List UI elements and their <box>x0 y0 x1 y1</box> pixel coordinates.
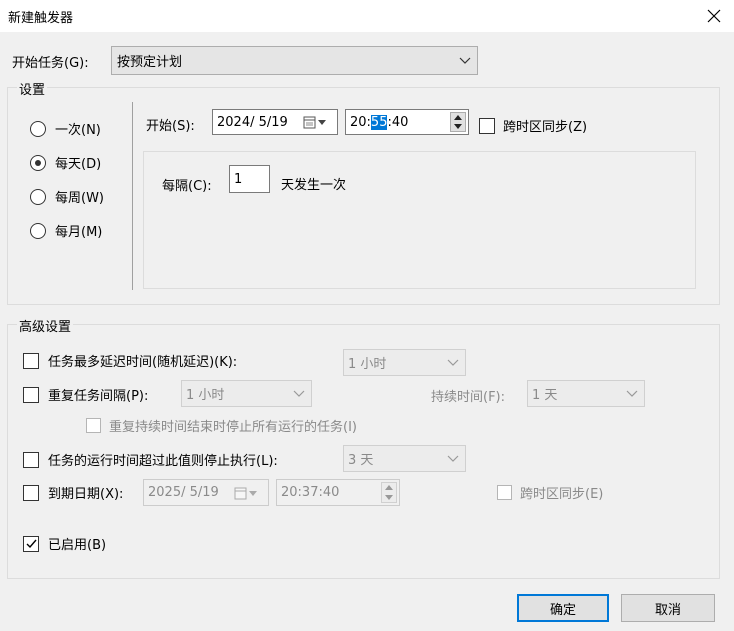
checkbox-box <box>23 386 39 403</box>
stop-if-checkbox[interactable]: 任务的运行时间超过此值则停止执行(L): <box>23 450 278 469</box>
chevron-down-icon <box>293 390 305 397</box>
delay-value: 1 小时 <box>348 357 387 372</box>
spin-down-icon[interactable] <box>382 493 396 503</box>
start-date-value: 2024/ 5/19 <box>217 114 288 130</box>
radio-circle <box>30 120 46 137</box>
expire-checkbox[interactable]: 到期日期(X): <box>23 483 123 502</box>
chevron-down-icon <box>459 57 471 64</box>
radio-circle <box>30 222 46 239</box>
checkbox-box <box>23 451 39 468</box>
separator <box>132 102 133 290</box>
radio-weekly[interactable]: 每周(W) <box>30 187 104 206</box>
checkbox-box <box>23 535 39 552</box>
spin-up-icon[interactable] <box>382 483 396 493</box>
delay-label: 任务最多延迟时间(随机延迟)(K): <box>48 355 238 370</box>
expire-label: 到期日期(X): <box>48 487 124 502</box>
sync-timezone-label: 跨时区同步(Z) <box>503 120 588 135</box>
begin-task-value: 按预定计划 <box>117 55 183 70</box>
delay-checkbox[interactable]: 任务最多延迟时间(随机延迟)(K): <box>23 351 237 370</box>
radio-weekly-label: 每周(W) <box>55 191 104 206</box>
enabled-label: 已启用(B) <box>48 538 107 553</box>
window-title: 新建触发器 <box>8 11 74 26</box>
delay-select[interactable]: 1 小时 <box>343 349 466 376</box>
title-bar <box>0 0 734 32</box>
recur-label: 每隔(C): <box>162 179 212 194</box>
start-date-picker[interactable]: 2024/ 5/19 <box>212 109 338 135</box>
sync-timezone-checkbox[interactable]: 跨时区同步(Z) <box>479 116 587 135</box>
stop-if-value: 3 天 <box>348 453 374 468</box>
stop-all-checkbox[interactable]: 重复持续时间结束时停止所有运行的任务(I) <box>86 416 357 435</box>
recur-days-input[interactable]: 1 <box>229 165 270 193</box>
repeat-value: 1 小时 <box>186 388 225 403</box>
radio-daily[interactable]: 每天(D) <box>30 153 101 172</box>
advanced-group-label: 高级设置 <box>17 316 74 335</box>
stop-all-label: 重复持续时间结束时停止所有运行的任务(I) <box>109 420 357 435</box>
checkmark-icon <box>26 539 37 548</box>
recur-days-value: 1 <box>234 171 243 187</box>
expire-sync-checkbox[interactable]: 跨时区同步(E) <box>497 483 603 502</box>
ok-button[interactable]: 确定 <box>517 594 609 622</box>
chevron-down-icon <box>447 359 459 366</box>
time-spinner[interactable] <box>381 482 397 503</box>
cancel-button[interactable]: 取消 <box>621 594 715 622</box>
calendar-dropdown-icon <box>234 487 257 500</box>
radio-circle <box>30 154 46 171</box>
checkbox-box <box>86 418 101 433</box>
stop-if-select[interactable]: 3 天 <box>343 445 466 472</box>
expire-time-field[interactable]: 20:37:40 <box>276 479 400 506</box>
calendar-dropdown-icon <box>303 116 326 129</box>
checkbox-box <box>479 117 495 134</box>
duration-value: 1 天 <box>532 388 558 403</box>
recur-panel <box>143 151 696 289</box>
stop-if-label: 任务的运行时间超过此值则停止执行(L): <box>48 454 278 469</box>
spin-up-icon[interactable] <box>451 113 465 122</box>
radio-once[interactable]: 一次(N) <box>30 119 101 138</box>
repeat-checkbox[interactable]: 重复任务间隔(P): <box>23 385 148 404</box>
checkbox-box <box>497 485 512 500</box>
expire-date-picker[interactable]: 2025/ 5/19 <box>143 479 269 506</box>
chevron-down-icon <box>626 390 638 397</box>
close-button[interactable] <box>700 2 728 30</box>
start-time-field[interactable]: 20: 55:40 <box>345 109 469 135</box>
enabled-checkbox[interactable]: 已启用(B) <box>23 534 106 553</box>
begin-task-label: 开始任务(G): <box>12 56 89 71</box>
radio-monthly[interactable]: 每月(M) <box>30 221 102 240</box>
start-time-minute-selected: 55 <box>370 114 388 130</box>
repeat-select[interactable]: 1 小时 <box>181 380 312 407</box>
start-time-second: :40 <box>387 114 409 130</box>
radio-monthly-label: 每月(M) <box>55 225 103 240</box>
expire-date-value: 2025/ 5/19 <box>148 485 219 500</box>
radio-once-label: 一次(N) <box>55 123 101 138</box>
settings-group-label: 设置 <box>17 79 48 98</box>
spin-down-icon[interactable] <box>451 122 465 131</box>
time-spinner[interactable] <box>450 112 466 132</box>
radio-daily-label: 每天(D) <box>55 157 102 172</box>
close-icon <box>707 9 721 23</box>
start-label: 开始(S): <box>146 119 195 134</box>
duration-select[interactable]: 1 天 <box>527 380 645 407</box>
checkbox-box <box>23 484 39 501</box>
repeat-label: 重复任务间隔(P): <box>48 389 149 404</box>
expire-time-value: 20:37:40 <box>281 485 340 500</box>
radio-circle <box>30 188 46 205</box>
start-time-hour: 20: <box>350 114 371 130</box>
begin-task-select[interactable]: 按预定计划 <box>111 46 478 75</box>
chevron-down-icon <box>447 455 459 462</box>
expire-sync-label: 跨时区同步(E) <box>520 487 604 502</box>
checkbox-box <box>23 352 39 369</box>
duration-label: 持续时间(F): <box>431 390 506 405</box>
recur-suffix: 天发生一次 <box>281 178 347 193</box>
